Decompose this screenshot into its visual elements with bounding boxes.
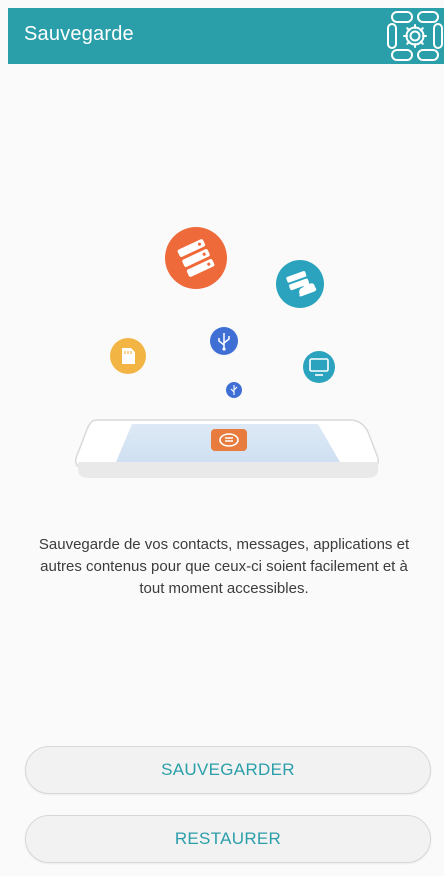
sd-card-icon: [110, 338, 146, 374]
backup-illustration: [74, 227, 380, 478]
backup-screen: Sauvegarde Sauvegarde de vos contacts, m…: [0, 0, 444, 876]
backup-button[interactable]: SAUVEGARDER: [25, 746, 431, 794]
server-icon: [165, 227, 227, 289]
phone-backup-icon: [211, 429, 247, 451]
backup-description: Sauvegarde de vos contacts, messages, ap…: [38, 536, 410, 597]
monitor-icon: [303, 351, 335, 383]
cloud-server-icon: [276, 260, 324, 308]
usb-icon: [210, 327, 238, 355]
phone-illustration: [74, 419, 380, 478]
small-usb-icon: [226, 382, 242, 398]
restore-button[interactable]: RESTAURER: [25, 815, 431, 863]
